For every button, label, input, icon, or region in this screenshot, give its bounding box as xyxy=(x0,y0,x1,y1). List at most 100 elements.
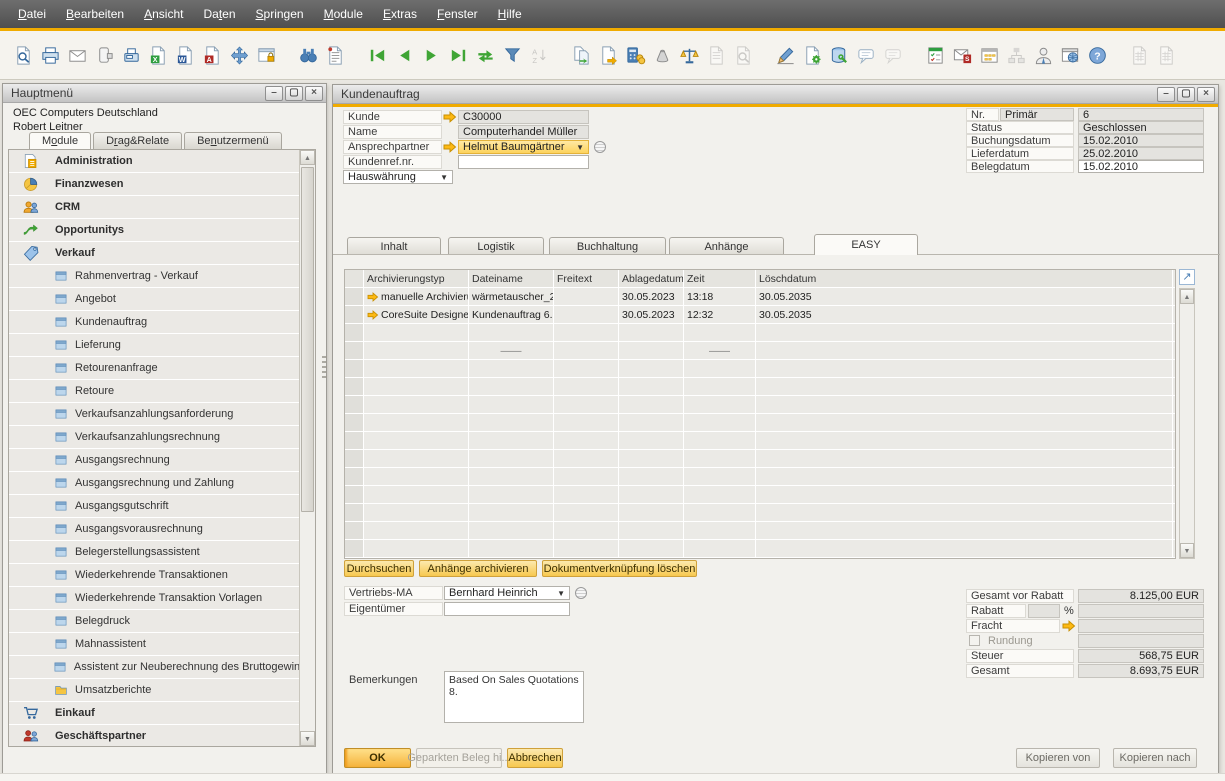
table-empty-row[interactable] xyxy=(345,360,1175,378)
sidebar-module-verkauf[interactable]: Verkauf xyxy=(9,242,299,265)
table-empty-row[interactable] xyxy=(345,432,1175,450)
table-empty-row[interactable] xyxy=(345,540,1175,558)
tab-easy[interactable]: EASY xyxy=(814,234,918,255)
ansprechpartner-dropdown[interactable]: Helmut Baumgärtner▼ xyxy=(458,140,589,154)
close-icon[interactable]: × xyxy=(305,86,323,101)
launch-application-icon[interactable] xyxy=(226,42,253,69)
bemerkungen-textarea[interactable] xyxy=(444,671,584,723)
report-viewer-icon[interactable] xyxy=(1153,42,1180,69)
print-icon[interactable] xyxy=(37,42,64,69)
minimize-icon[interactable]: – xyxy=(1157,87,1175,102)
tree-scrollbar[interactable]: ▲ ▼ xyxy=(299,150,315,746)
belegdatum-field[interactable]: 15.02.2010 xyxy=(1078,160,1204,173)
table-row[interactable]: manuelle Archivierungwärmetauscher_2.TIF… xyxy=(345,288,1175,306)
column-header-löschdatum[interactable]: Löschdatum xyxy=(756,270,1173,287)
kundenauftrag-titlebar[interactable]: Kundenauftrag – ▢ × xyxy=(333,85,1218,104)
ms-outlook-icon[interactable]: S xyxy=(949,42,976,69)
kopieren-nach-button[interactable]: Kopieren nach xyxy=(1113,748,1197,768)
column-header-ablagedatum[interactable]: Ablagedatum xyxy=(619,270,684,287)
edit-icon[interactable] xyxy=(772,42,799,69)
add-record-icon[interactable] xyxy=(322,42,349,69)
table-empty-row[interactable] xyxy=(345,378,1175,396)
scroll-down-icon[interactable]: ▼ xyxy=(300,731,315,746)
tab-inhalt[interactable]: Inhalt xyxy=(347,237,441,255)
sidebar-item-ausgangsgutschrift[interactable]: Ausgangsgutschrift xyxy=(9,495,299,518)
sidebar-item-kundenauftrag[interactable]: Kundenauftrag xyxy=(9,311,299,334)
report-designer-icon[interactable] xyxy=(1126,42,1153,69)
refresh-record-icon[interactable] xyxy=(472,42,499,69)
sidebar-item-ausgangsrechnung-und-zahlung[interactable]: Ausgangsrechnung und Zahlung xyxy=(9,472,299,495)
sidebar-item-lieferung[interactable]: Lieferung xyxy=(9,334,299,357)
name-field[interactable]: Computerhandel Müller xyxy=(458,125,589,139)
message-icon[interactable] xyxy=(853,42,880,69)
checklist-icon[interactable] xyxy=(922,42,949,69)
sidebar-item-ausgangsvorausrechnung[interactable]: Ausgangsvorausrechnung xyxy=(9,518,299,541)
sidebar-item-assistent-zur-neuberechnung-des-bruttogewinns[interactable]: Assistent zur Neuberechnung des Bruttoge… xyxy=(9,656,299,679)
sidebar-tab-drag-relate[interactable]: Drag&Relate xyxy=(93,132,182,149)
help-icon[interactable]: ? xyxy=(1084,42,1111,69)
hauswaehrung-dropdown[interactable]: Hauswährung▼ xyxy=(343,170,453,184)
column-header-dateiname[interactable]: Dateiname xyxy=(469,270,554,287)
sidebar-item-belegerstellungsassistent[interactable]: Belegerstellungsassistent xyxy=(9,541,299,564)
tab-buchhaltung[interactable]: Buchhaltung xyxy=(549,237,666,255)
document-settings-icon[interactable] xyxy=(799,42,826,69)
calendar-icon[interactable] xyxy=(976,42,1003,69)
sidebar-item-verkaufsanzahlungsanforderung[interactable]: Verkaufsanzahlungsanforderung xyxy=(9,403,299,426)
org-chart-icon[interactable] xyxy=(1003,42,1030,69)
table-empty-row[interactable]: ———— xyxy=(345,342,1175,360)
sidebar-item-retoure[interactable]: Retoure xyxy=(9,380,299,403)
lock-screen-icon[interactable] xyxy=(253,42,280,69)
vertriebs-ma-dropdown[interactable]: Bernhard Heinrich▼ xyxy=(444,586,570,600)
ok-button[interactable]: OK xyxy=(344,748,411,768)
dokumentverknuepfung-loeschen-button[interactable]: Dokumentverknüpfung löschen xyxy=(542,560,697,577)
user-icon[interactable] xyxy=(1030,42,1057,69)
export-pdf-icon[interactable]: A xyxy=(199,42,226,69)
link-arrow-icon[interactable] xyxy=(443,141,457,153)
sidebar-item-ausgangsrechnung[interactable]: Ausgangsrechnung xyxy=(9,449,299,472)
menu-bearbeiten[interactable]: Bearbeiten xyxy=(56,2,134,26)
scroll-up-icon[interactable]: ▲ xyxy=(300,150,315,165)
buchungsdatum-field[interactable]: 15.02.2010 xyxy=(1078,134,1204,147)
link-arrow-icon[interactable] xyxy=(443,111,457,123)
scroll-up-icon[interactable]: ▲ xyxy=(1180,289,1194,304)
web-browser-icon[interactable] xyxy=(1057,42,1084,69)
choose-from-list-icon[interactable] xyxy=(575,587,587,599)
choose-from-list-icon[interactable] xyxy=(594,141,606,153)
kunde-field[interactable]: C30000 xyxy=(458,110,589,124)
status-field[interactable]: Geschlossen xyxy=(1078,121,1204,134)
menu-daten[interactable]: Daten xyxy=(193,2,245,26)
nr-value-field[interactable]: 6 xyxy=(1078,108,1204,121)
sidebar-item-verkaufsanzahlungsrechnung[interactable]: Verkaufsanzahlungsrechnung xyxy=(9,426,299,449)
durchsuchen-button[interactable]: Durchsuchen xyxy=(344,560,414,577)
previous-record-icon[interactable] xyxy=(391,42,418,69)
menu-datei[interactable]: Datei xyxy=(8,2,56,26)
sidebar-item-retourenanfrage[interactable]: Retourenanfrage xyxy=(9,357,299,380)
menu-fenster[interactable]: Fenster xyxy=(427,2,488,26)
table-scrollbar[interactable]: ▲ ▼ xyxy=(1179,288,1195,559)
table-empty-row[interactable] xyxy=(345,414,1175,432)
expand-grid-icon[interactable]: ↗ xyxy=(1179,269,1195,285)
menu-springen[interactable]: Springen xyxy=(246,2,314,26)
rundung-checkbox[interactable] xyxy=(969,635,980,646)
sidebar-item-angebot[interactable]: Angebot xyxy=(9,288,299,311)
print-preview-icon[interactable] xyxy=(10,42,37,69)
hauptmenu-titlebar[interactable]: Hauptmenü – ▢ × xyxy=(3,84,326,103)
sidebar-item-mahnassistent[interactable]: Mahnassistent xyxy=(9,633,299,656)
maximize-icon[interactable]: ▢ xyxy=(1177,87,1195,102)
copy-to-icon[interactable] xyxy=(595,42,622,69)
journal-entry-icon[interactable] xyxy=(703,42,730,69)
column-header-archivierungstyp[interactable]: Archivierungstyp xyxy=(364,270,469,287)
payment-means-icon[interactable] xyxy=(622,42,649,69)
export-word-icon[interactable]: W xyxy=(172,42,199,69)
first-record-icon[interactable] xyxy=(364,42,391,69)
close-icon[interactable]: × xyxy=(1197,87,1215,102)
email-icon[interactable] xyxy=(64,42,91,69)
table-empty-row[interactable] xyxy=(345,450,1175,468)
table-empty-row[interactable] xyxy=(345,504,1175,522)
payment-wizard-icon[interactable] xyxy=(649,42,676,69)
kopieren-von-button[interactable]: Kopieren von xyxy=(1016,748,1100,768)
last-record-icon[interactable] xyxy=(445,42,472,69)
sidebar-item-rahmenvertrag-verkauf[interactable]: Rahmenvertrag - Verkauf xyxy=(9,265,299,288)
find-icon[interactable] xyxy=(295,42,322,69)
sidebar-module-geschäftspartner[interactable]: Geschäftspartner xyxy=(9,725,299,746)
